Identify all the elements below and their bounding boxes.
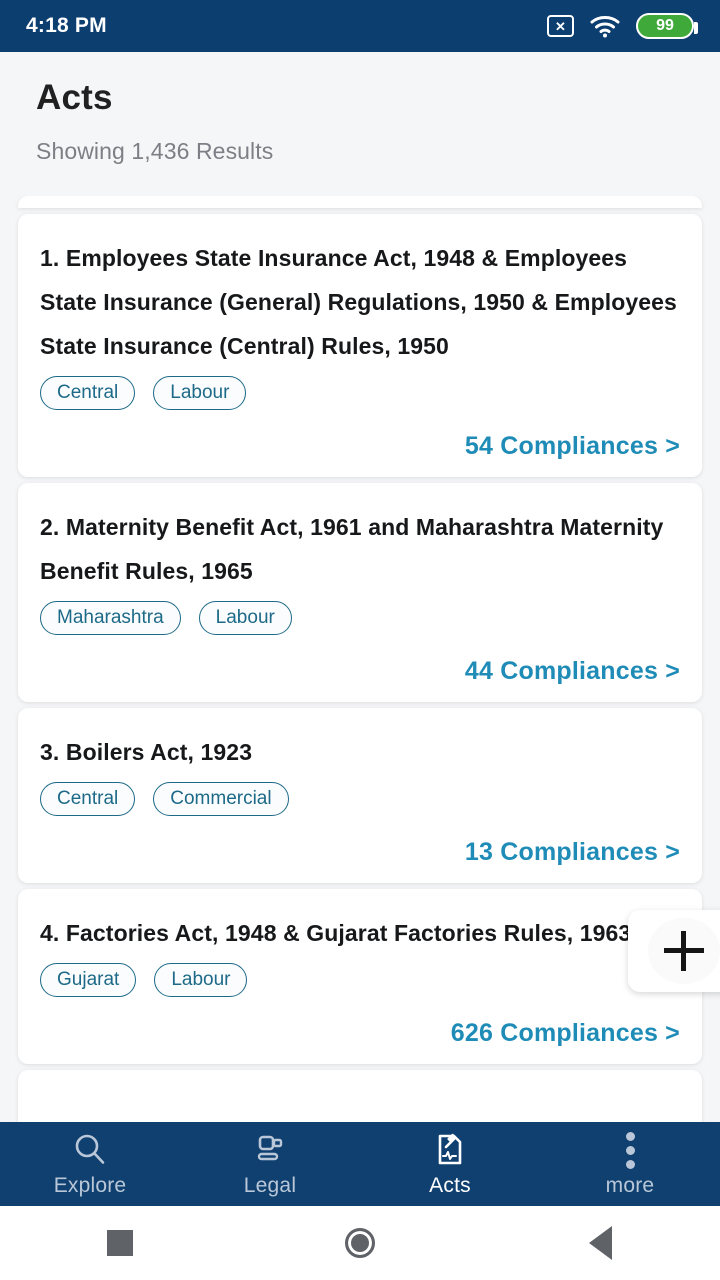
compliances-link[interactable]: 44 Compliances > xyxy=(465,657,680,686)
overflow-dots-icon xyxy=(625,1130,635,1170)
act-card[interactable]: 2. Maternity Benefit Act, 1961 and Mahar… xyxy=(18,483,702,702)
compliance-row: 44 Compliances > xyxy=(40,657,680,686)
previous-card-peek[interactable] xyxy=(18,196,702,208)
nav-item-explore[interactable]: Explore xyxy=(0,1122,180,1206)
no-sim-icon: ✕ xyxy=(547,15,574,37)
act-tag[interactable]: Gujarat xyxy=(40,963,137,997)
act-card[interactable]: 1. Employees State Insurance Act, 1948 &… xyxy=(18,214,702,477)
bottom-navigation: Explore Legal Acts more xyxy=(0,1122,720,1206)
status-icons: ✕ 99 xyxy=(547,13,698,39)
tag-row: Maharashtra Labour xyxy=(40,601,680,635)
results-count: Showing 1,436 Results xyxy=(36,138,274,164)
act-title: 3. Boilers Act, 1923 xyxy=(40,739,253,765)
page-title: Acts xyxy=(36,78,113,117)
tag-row: Central Labour xyxy=(40,376,680,410)
status-time: 4:18 PM xyxy=(26,14,107,37)
nav-item-acts[interactable]: Acts xyxy=(360,1122,540,1206)
plus-icon xyxy=(664,931,704,971)
status-bar: 4:18 PM ✕ 99 xyxy=(0,0,720,52)
act-tag[interactable]: Labour xyxy=(154,963,248,997)
compliances-link[interactable]: 626 Compliances > xyxy=(451,1019,680,1048)
nav-label-explore: Explore xyxy=(53,1174,127,1197)
nav-label-more: more xyxy=(605,1174,655,1197)
back-button[interactable] xyxy=(480,1226,720,1260)
compliances-link[interactable]: 54 Compliances > xyxy=(465,432,680,461)
act-title: 1. Employees State Insurance Act, 1948 &… xyxy=(40,245,677,359)
add-button[interactable] xyxy=(628,910,720,992)
act-card[interactable]: 4. Factories Act, 1948 & Gujarat Factori… xyxy=(18,889,702,1064)
recents-button[interactable] xyxy=(0,1230,240,1256)
nav-item-more[interactable]: more xyxy=(540,1122,720,1206)
nav-item-legal[interactable]: Legal xyxy=(180,1122,360,1206)
nav-label-acts: Acts xyxy=(429,1174,471,1197)
tag-row: Gujarat Labour xyxy=(40,963,680,997)
battery-level: 99 xyxy=(656,17,674,34)
document-gavel-icon xyxy=(432,1130,468,1170)
page-header: Acts Showing 1,436 Results xyxy=(0,52,720,165)
act-tag[interactable]: Labour xyxy=(198,601,292,635)
compliance-row: 13 Compliances > xyxy=(40,838,680,867)
compliances-link[interactable]: 13 Compliances > xyxy=(465,838,680,867)
act-title: 2. Maternity Benefit Act, 1961 and Mahar… xyxy=(40,514,664,584)
act-card[interactable]: 3. Boilers Act, 1923 Central Commercial … xyxy=(18,708,702,883)
square-icon xyxy=(107,1230,133,1256)
wifi-icon xyxy=(590,15,620,38)
gavel-icon xyxy=(252,1130,288,1170)
circle-icon xyxy=(345,1228,375,1258)
act-tag[interactable]: Central xyxy=(40,376,136,410)
search-icon xyxy=(72,1130,108,1170)
triangle-back-icon xyxy=(588,1226,612,1260)
battery-indicator: 99 xyxy=(636,13,698,39)
act-tag[interactable]: Labour xyxy=(153,376,247,410)
act-title: 4. Factories Act, 1948 & Gujarat Factori… xyxy=(40,920,632,946)
app-root: 4:18 PM ✕ 99 Acts Showing 1,436 Results xyxy=(0,0,720,1280)
tag-row: Central Commercial xyxy=(40,782,680,816)
acts-list[interactable]: 1. Employees State Insurance Act, 1948 &… xyxy=(0,196,720,1122)
android-system-nav xyxy=(0,1206,720,1280)
act-card-partial[interactable] xyxy=(18,1070,702,1122)
compliance-row: 626 Compliances > xyxy=(40,1019,680,1048)
nav-label-legal: Legal xyxy=(243,1174,297,1197)
act-tag[interactable]: Maharashtra xyxy=(40,601,181,635)
act-tag[interactable]: Commercial xyxy=(153,782,289,816)
compliance-row: 54 Compliances > xyxy=(40,432,680,461)
act-tag[interactable]: Central xyxy=(40,782,136,816)
home-button[interactable] xyxy=(240,1228,480,1258)
